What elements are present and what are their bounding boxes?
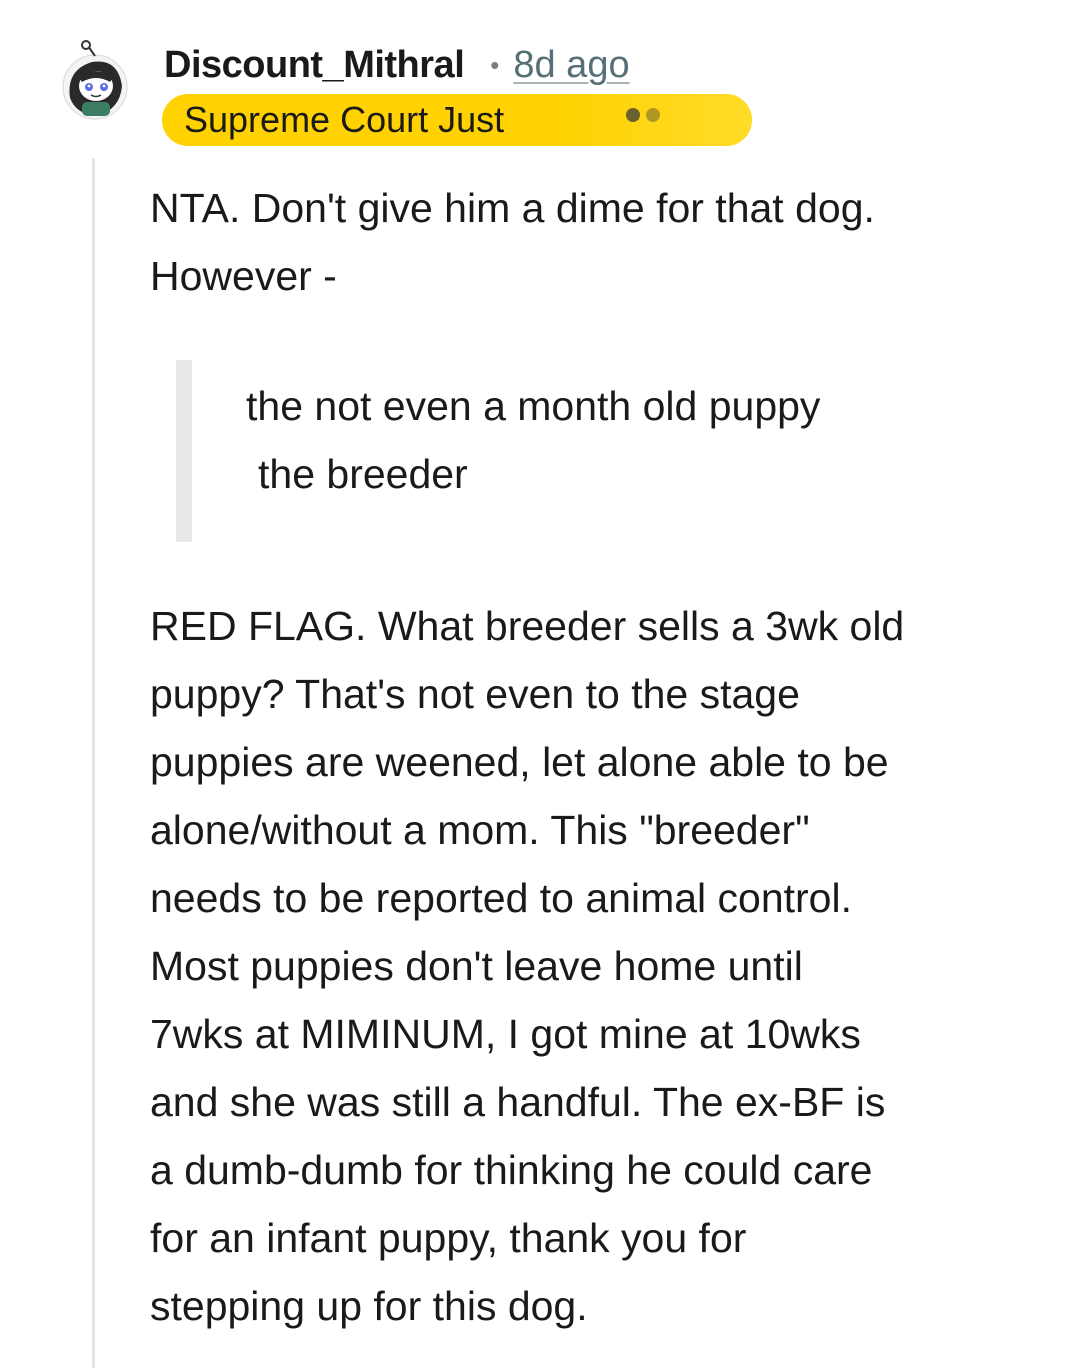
paragraph-line: puppy? That's not even to the stage xyxy=(150,671,800,717)
paragraph-line: 7wks at MIMINUM, I got mine at 10wks xyxy=(150,1011,861,1057)
intro-line: However - xyxy=(150,253,337,299)
quote-line: the breeder xyxy=(258,451,468,497)
paragraph-line: for an infant puppy, thank you for xyxy=(150,1215,747,1261)
comment-header: Discount_Mithral • 8d ago xyxy=(164,40,630,90)
paragraph-line: and she was still a handful. The ex-BF i… xyxy=(150,1079,886,1125)
flair-label: Supreme Court Just xyxy=(184,99,505,140)
paragraph-line: stepping up for this dog. xyxy=(150,1283,588,1329)
paragraph-line: alone/without a mom. This "breeder" xyxy=(150,807,810,853)
blockquote-bar xyxy=(176,360,192,542)
intro-line: NTA. Don't give him a dime for that dog. xyxy=(150,185,875,231)
separator-dot: • xyxy=(490,49,500,80)
flair-emoji-icon xyxy=(626,108,660,122)
comment-body: NTA. Don't give him a dime for that dog.… xyxy=(150,174,1030,1340)
paragraph-line: a dumb-dumb for thinking he could care xyxy=(150,1147,873,1193)
blockquote: the not even a month old puppy the breed… xyxy=(150,360,1030,542)
intro-paragraph: NTA. Don't give him a dime for that dog.… xyxy=(150,174,1030,310)
main-paragraph: RED FLAG. What breeder sells a 3wk old p… xyxy=(150,592,1030,1340)
paragraph-line: RED FLAG. What breeder sells a 3wk old xyxy=(150,603,905,649)
timestamp-link[interactable]: 8d ago xyxy=(513,44,629,87)
paragraph-line: Most puppies don't leave home until xyxy=(150,943,803,989)
paragraph-line: needs to be reported to animal control. xyxy=(150,875,852,921)
username-link[interactable]: Discount_Mithral xyxy=(164,44,465,87)
user-flair: Supreme Court Just xyxy=(162,94,752,146)
snoo-avatar-icon[interactable] xyxy=(56,40,134,120)
paragraph-line: puppies are weened, let alone able to be xyxy=(150,739,889,785)
comment-thread-line[interactable] xyxy=(92,158,95,1368)
quote-line: the not even a month old puppy xyxy=(246,383,821,429)
